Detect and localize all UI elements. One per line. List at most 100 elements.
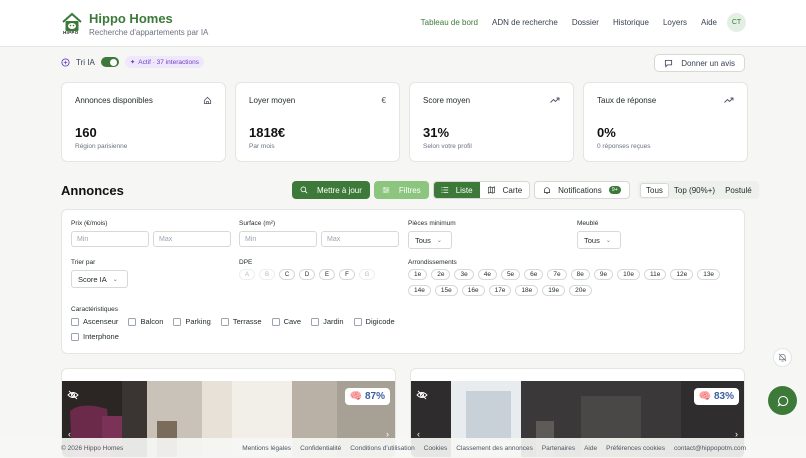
feature-checkbox[interactable]: Digicode — [353, 317, 395, 326]
filter-top[interactable]: Top (90%+) — [669, 184, 720, 197]
arrondissement-chip[interactable]: 18e — [515, 285, 539, 296]
arrondissement-chip[interactable]: 7e — [547, 269, 567, 280]
feature-checkbox[interactable]: Ascenseur — [71, 317, 118, 326]
nav-help[interactable]: Aide — [701, 18, 717, 27]
checkbox-box[interactable] — [353, 317, 362, 326]
stat-value: 1818€ — [249, 125, 286, 140]
trend-icon — [550, 96, 560, 104]
feature-checkbox[interactable]: Terrasse — [220, 317, 262, 326]
feature-checkbox[interactable]: Interphone — [71, 332, 411, 341]
brain-icon: 🧠 — [349, 391, 362, 402]
feature-checkbox[interactable]: Balcon — [128, 317, 163, 326]
sort-select[interactable]: Score IA ⌄ — [71, 270, 128, 288]
arrondissement-chip[interactable]: 13e — [697, 269, 721, 280]
footer-link[interactable]: Préférences cookies — [606, 445, 665, 452]
price-min-input[interactable]: Min — [71, 231, 149, 247]
notifications-muted-button[interactable] — [773, 348, 792, 367]
stat-sub: 0 réponses reçues — [597, 143, 651, 150]
score-value: 83% — [713, 391, 734, 402]
hide-listing-icon[interactable] — [67, 389, 79, 401]
dpe-chip: G — [359, 269, 375, 280]
footer-link[interactable]: Aide — [584, 445, 597, 452]
nav-dossier[interactable]: Dossier — [572, 18, 599, 27]
checkbox-box[interactable] — [311, 317, 320, 326]
checkbox-box[interactable] — [173, 317, 182, 326]
stat-sub: Région parisienne — [75, 143, 128, 150]
filter-applied[interactable]: Postulé — [720, 184, 757, 197]
feature-label: Balcon — [140, 317, 164, 326]
footer-link[interactable]: Classement des annonces — [456, 445, 533, 452]
footer-link[interactable]: Partenaires — [542, 445, 575, 452]
filters-button[interactable]: Filtres — [373, 181, 429, 199]
view-map-label: Carte — [502, 185, 523, 195]
arrondissement-chip[interactable]: 14e — [408, 285, 431, 296]
arrondissement-chip[interactable]: 11e — [643, 269, 667, 280]
checkbox-box[interactable] — [71, 332, 79, 341]
footer-link[interactable]: Conditions d'utilisation — [350, 445, 414, 452]
dpe-chip[interactable]: E — [319, 269, 335, 280]
arrondissement-chip[interactable]: 6e — [524, 269, 544, 280]
hide-listing-icon[interactable] — [416, 389, 428, 401]
arrondissement-chip[interactable]: 12e — [670, 269, 694, 280]
nav-dashboard[interactable]: Tableau de bord — [421, 18, 478, 27]
arrondissement-chip[interactable]: 10e — [617, 269, 640, 280]
view-list-button[interactable]: Liste — [433, 182, 480, 198]
map-icon — [487, 186, 495, 194]
home-icon — [203, 96, 212, 105]
arrondissements-label: Arrondissements — [408, 259, 457, 266]
arrondissement-chip[interactable]: 1e — [408, 269, 428, 280]
chat-button[interactable] — [768, 386, 797, 415]
arrondissement-chip[interactable]: 5e — [500, 269, 521, 280]
listings-toolbar: Mettre à jour Filtres Liste Carte Notifi… — [292, 181, 759, 199]
arrondissement-chip[interactable]: 3e — [454, 269, 474, 280]
update-button[interactable]: Mettre à jour — [292, 181, 370, 199]
arrondissement-chip[interactable]: 16e — [461, 285, 485, 296]
arrondissement-chip[interactable]: 4e — [477, 269, 497, 280]
surface-min-input[interactable]: Min — [239, 231, 317, 247]
nav-history[interactable]: Historique — [613, 18, 649, 27]
bell-off-icon — [778, 353, 787, 362]
price-max-input[interactable]: Max — [153, 231, 231, 247]
footer-link[interactable]: Confidentialité — [300, 445, 341, 452]
checkbox-box[interactable] — [128, 317, 137, 326]
brand-title[interactable]: Hippo Homes — [89, 11, 173, 26]
filter-all[interactable]: Tous — [640, 182, 669, 198]
arrondissement-chip[interactable]: 20e — [569, 285, 593, 296]
stat-value: 160 — [75, 125, 97, 140]
checkbox-box[interactable] — [71, 317, 79, 326]
update-label: Mettre à jour — [317, 185, 362, 195]
feature-checkbox[interactable]: Parking — [173, 317, 211, 326]
nav-search-dna[interactable]: ADN de recherche — [492, 18, 558, 27]
stat-sub: Par mois — [249, 143, 275, 150]
top-header: HIPPO Hippo Homes Recherche d'appartemen… — [0, 0, 806, 47]
feedback-button[interactable]: Donner un avis — [654, 54, 745, 72]
dpe-chip[interactable]: D — [299, 269, 315, 280]
checkbox-box[interactable] — [220, 317, 229, 326]
feature-checkbox[interactable]: Jardin — [311, 317, 344, 326]
dpe-chip[interactable]: F — [339, 269, 355, 280]
arrondissement-chip[interactable]: 8e — [570, 269, 590, 280]
view-map-button[interactable]: Carte — [479, 182, 530, 198]
footer-link[interactable]: Cookies — [424, 445, 447, 452]
dpe-chip: A — [239, 269, 255, 280]
notifications-button[interactable]: Notifications 9+ — [534, 181, 631, 199]
arrondissement-chip[interactable]: 2e — [431, 269, 451, 280]
ai-sort-toggle[interactable] — [100, 57, 119, 67]
surface-max-input[interactable]: Max — [321, 231, 399, 247]
rooms-select[interactable]: Tous ⌄ — [408, 231, 452, 249]
footer-link[interactable]: contact@hippopotm.com — [674, 445, 746, 452]
checkbox-box[interactable] — [271, 317, 280, 326]
nav-rents[interactable]: Loyers — [663, 18, 687, 27]
arrondissement-chip[interactable]: 17e — [488, 285, 512, 296]
arrondissement-chip[interactable]: 19e — [542, 285, 566, 296]
furnished-select[interactable]: Tous ⌄ — [577, 231, 621, 249]
arrondissement-chip[interactable]: 15e — [434, 285, 458, 296]
arrondissement-chip[interactable]: 9e — [593, 269, 614, 280]
feedback-label: Donner un avis — [681, 58, 735, 68]
arrondissement-chips-row2: 14e 15e 16e 17e 18e 19e 20e — [408, 285, 593, 296]
dpe-chip[interactable]: C — [279, 269, 295, 280]
feature-label: Cave — [283, 317, 302, 326]
footer-link[interactable]: Mentions légales — [242, 445, 291, 452]
user-avatar[interactable]: CT — [727, 13, 746, 32]
feature-checkbox[interactable]: Cave — [271, 317, 302, 326]
